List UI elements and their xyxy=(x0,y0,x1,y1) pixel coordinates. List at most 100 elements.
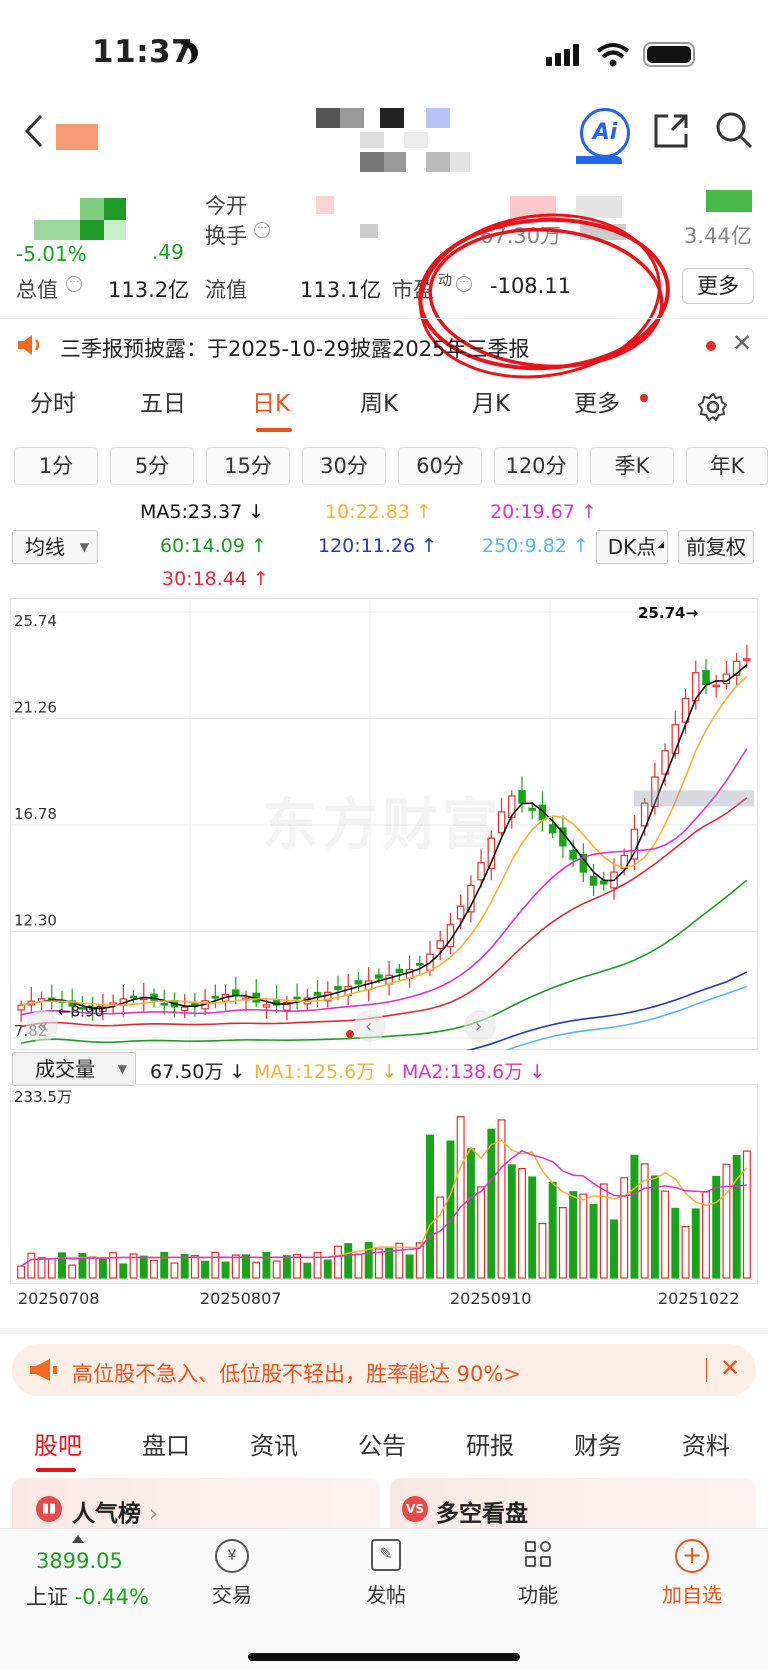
long-short-label: 多空看盘 xyxy=(436,1501,528,1527)
index-arrow-icon xyxy=(72,1535,84,1543)
volume-bar xyxy=(17,1265,26,1279)
volume-bar xyxy=(364,1241,373,1279)
candle-body xyxy=(375,974,383,979)
tab-daily-k[interactable]: 日K xyxy=(252,384,290,418)
volume-bar xyxy=(150,1259,158,1279)
y-tick-label: 16.78 xyxy=(14,805,57,823)
volume-bar xyxy=(68,1264,77,1279)
candle-body xyxy=(211,995,220,999)
volume-bar xyxy=(681,1226,690,1279)
volume-bar xyxy=(242,1254,250,1279)
megaphone-icon xyxy=(30,1359,57,1381)
tab-financials[interactable]: 财务 xyxy=(574,1426,622,1461)
trade-button[interactable]: ¥ 交易 xyxy=(204,1539,260,1608)
ma10-label: 10:22.83 ↑ xyxy=(325,501,432,523)
share-icon[interactable] xyxy=(652,112,690,150)
content-tab-bar: 股吧 盘口 资讯 公告 研报 财务 资料 xyxy=(0,1410,768,1472)
candle-body xyxy=(477,862,485,881)
close-icon[interactable]: ✕ xyxy=(720,1354,740,1382)
candle-body xyxy=(518,790,526,804)
tab-orderbook[interactable]: 盘口 xyxy=(142,1426,190,1461)
tab-weekly-k[interactable]: 周K xyxy=(360,384,398,418)
period-15min[interactable]: 15分 xyxy=(206,447,290,485)
date-tick: 20250807 xyxy=(200,1289,281,1308)
volume-bar xyxy=(722,1163,731,1279)
period-season-k[interactable]: 季K xyxy=(590,447,674,485)
float-value: 113.1亿 xyxy=(300,278,382,302)
function-button[interactable]: 功能 xyxy=(510,1539,566,1608)
more-button[interactable]: 更多 xyxy=(682,268,754,304)
price-partial: .49 xyxy=(152,240,184,264)
volume-bar xyxy=(610,1219,618,1279)
ai-underline xyxy=(576,156,622,164)
date-tick: 20250708 xyxy=(18,1289,99,1308)
period-120min[interactable]: 120分 xyxy=(494,447,578,485)
ai-button[interactable]: Ai xyxy=(580,108,630,158)
period-60min[interactable]: 60分 xyxy=(398,447,482,485)
search-icon[interactable] xyxy=(714,110,754,150)
tab-forum[interactable]: 股吧 xyxy=(34,1426,82,1461)
volume-chart[interactable]: 233.5万 20250708 20250807 20250910 20251022 xyxy=(10,1084,758,1314)
tab-five-day[interactable]: 五日 xyxy=(140,384,186,418)
volume-bar xyxy=(487,1128,496,1279)
scroll-arrow-icon: ‹ xyxy=(365,1016,372,1037)
volume-bar xyxy=(599,1183,608,1279)
notice-bar[interactable]: 三季报预披露：于2025-10-29披露2025年三季报 ✕ xyxy=(0,318,768,368)
ma250-label: 250:9.82 ↑ xyxy=(482,535,589,557)
volume-bar xyxy=(252,1261,261,1279)
hot-rank-card[interactable]: ▮▮ 人气榜 › xyxy=(12,1478,380,1528)
tab-news[interactable]: 资讯 xyxy=(250,1426,298,1461)
open-value-blur xyxy=(316,196,334,214)
post-button[interactable]: ✎ 发帖 xyxy=(358,1539,414,1608)
signal-icon xyxy=(546,44,582,66)
event-dot xyxy=(346,1030,354,1038)
active-tab-underline xyxy=(256,428,292,432)
candle-body xyxy=(395,968,404,973)
price-band-highlight xyxy=(634,790,754,807)
volume-bar xyxy=(211,1251,220,1279)
volume-bar xyxy=(119,1263,128,1279)
dk-point-button[interactable]: DK点 ◢ xyxy=(596,530,668,564)
tab-announcements[interactable]: 公告 xyxy=(358,1426,406,1461)
bottom-nav: 3899.05 上证 -0.44% ¥ 交易 ✎ 发帖 功能 + 加自选 xyxy=(0,1528,768,1670)
volume-bar xyxy=(518,1168,526,1279)
volume-selector[interactable]: 成交量 ▼ xyxy=(12,1052,136,1086)
tab-more[interactable]: 更多 xyxy=(574,384,620,418)
promo-banner[interactable]: 高位股不急入、低位股不轻出，胜率能达 90%> ✕ xyxy=(12,1344,756,1396)
edit-icon: ✎ xyxy=(371,1539,401,1571)
float-value-label: 流值 xyxy=(205,278,247,302)
period-year-k[interactable]: 年K xyxy=(686,447,768,485)
volume-bar xyxy=(201,1260,210,1279)
index-line[interactable]: 上证 -0.44% xyxy=(26,1581,149,1611)
tab-research[interactable]: 研报 xyxy=(466,1426,514,1461)
candle-body xyxy=(416,963,424,966)
volume-bar xyxy=(37,1257,46,1279)
long-short-card[interactable]: VS 多空看盘 xyxy=(390,1478,756,1528)
y-tick-label: 21.26 xyxy=(14,699,57,717)
period-5min[interactable]: 5分 xyxy=(110,447,194,485)
candle-body xyxy=(313,991,322,996)
tab-profile[interactable]: 资料 xyxy=(682,1426,730,1461)
price-adjust-button[interactable]: 前复权 xyxy=(678,530,754,564)
add-watchlist-button[interactable]: + 加自选 xyxy=(654,1539,730,1608)
volume-bar xyxy=(272,1260,281,1279)
volume-bar xyxy=(160,1251,169,1279)
index-value[interactable]: 3899.05 xyxy=(36,1549,123,1573)
volume-bar xyxy=(661,1190,670,1279)
volume-bar xyxy=(88,1256,97,1279)
period-1min[interactable]: 1分 xyxy=(14,447,98,485)
nav-bar: Ai xyxy=(0,100,768,176)
stock-logo xyxy=(56,124,98,150)
back-icon[interactable] xyxy=(24,114,44,148)
settings-icon[interactable] xyxy=(698,392,728,422)
total-value-label: 总值 xyxy=(16,278,58,302)
change-pct: -5.01% xyxy=(16,242,87,266)
tab-monthly-k[interactable]: 月K xyxy=(472,384,510,418)
close-icon[interactable]: ✕ xyxy=(732,329,752,357)
info-icon[interactable]: ··· xyxy=(254,222,270,238)
period-30min[interactable]: 30分 xyxy=(302,447,386,485)
ma-selector[interactable]: 均线 ▼ xyxy=(12,530,98,564)
info-icon[interactable]: ··· xyxy=(66,276,82,292)
tab-timeshare[interactable]: 分时 xyxy=(30,384,76,418)
volume-bar xyxy=(170,1262,179,1279)
